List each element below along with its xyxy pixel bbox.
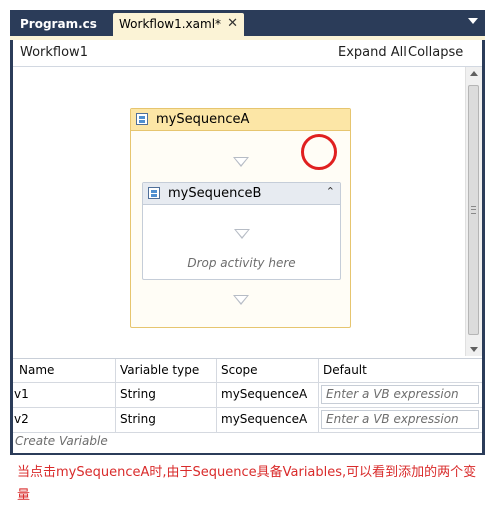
- column-header-default[interactable]: Default: [319, 359, 482, 382]
- sequence-icon: [148, 187, 160, 199]
- expand-all-button[interactable]: Expand All: [338, 40, 407, 66]
- column-header-scope[interactable]: Scope: [217, 359, 319, 382]
- create-variable-button[interactable]: Create Variable: [15, 434, 108, 448]
- default-expression-input[interactable]: Enter a VB expression: [321, 410, 479, 429]
- sequence-a-header[interactable]: mySequenceA: [131, 109, 350, 131]
- variable-type[interactable]: String: [116, 408, 217, 432]
- table-row[interactable]: v2 String mySequenceA Enter a VB express…: [13, 408, 482, 433]
- vertical-scrollbar[interactable]: [465, 67, 482, 356]
- drop-target-arrow-icon[interactable]: [233, 295, 249, 305]
- scroll-down-icon[interactable]: [470, 347, 478, 352]
- default-expression-input[interactable]: Enter a VB expression: [321, 385, 479, 404]
- document-tab-bar: Program.cs Workflow1.xaml* ✕: [10, 10, 485, 36]
- variable-scope[interactable]: mySequenceA: [217, 383, 319, 407]
- annotation-circle: [301, 134, 337, 170]
- workflow-designer: Workflow1 Expand All Collapse All mySequ…: [13, 40, 482, 453]
- annotation-note: 当点击mySequenceA时,由于Sequence具备Variables,可以…: [17, 465, 477, 503]
- dropdown-arrow-icon[interactable]: [468, 18, 478, 24]
- sequence-b-label: mySequenceB: [168, 186, 262, 201]
- table-row[interactable]: v1 String mySequenceA Enter a VB express…: [13, 383, 482, 408]
- drop-activity-hint: Drop activity here: [187, 256, 296, 270]
- variables-header-row: Name Variable type Scope Default: [13, 359, 482, 383]
- scroll-thumb[interactable]: [468, 85, 479, 335]
- designer-window: Program.cs Workflow1.xaml* ✕ Workflow1 E…: [10, 10, 485, 455]
- sequence-icon: [136, 113, 148, 125]
- collapse-chevrons-icon[interactable]: ⌃: [326, 185, 335, 198]
- variable-scope[interactable]: mySequenceA: [217, 408, 319, 432]
- variable-name[interactable]: v2: [13, 408, 116, 432]
- sequence-a-label: mySequenceA: [156, 112, 250, 127]
- drop-target-arrow-icon[interactable]: [233, 157, 249, 167]
- column-header-name[interactable]: Name: [13, 359, 116, 382]
- breadcrumb[interactable]: Workflow1: [20, 40, 88, 66]
- variables-panel: Name Variable type Scope Default v1 Stri…: [13, 358, 482, 453]
- designer-header: Workflow1 Expand All Collapse All: [13, 40, 482, 86]
- tab-label: Workflow1.xaml*: [119, 17, 222, 31]
- grip-icon: [471, 206, 476, 214]
- drop-target-arrow-icon[interactable]: [234, 229, 250, 239]
- sequence-b-header[interactable]: mySequenceB ⌃: [143, 183, 340, 205]
- sequence-b-activity[interactable]: mySequenceB ⌃ Drop activity here: [142, 182, 341, 280]
- variable-name[interactable]: v1: [13, 383, 116, 407]
- column-header-variable-type[interactable]: Variable type: [116, 359, 217, 382]
- tab-workflow1-xaml[interactable]: Workflow1.xaml* ✕: [113, 13, 244, 36]
- tab-program-cs[interactable]: Program.cs: [13, 13, 111, 36]
- variable-type[interactable]: String: [116, 383, 217, 407]
- close-icon[interactable]: ✕: [227, 13, 238, 35]
- scroll-up-icon[interactable]: [470, 71, 478, 76]
